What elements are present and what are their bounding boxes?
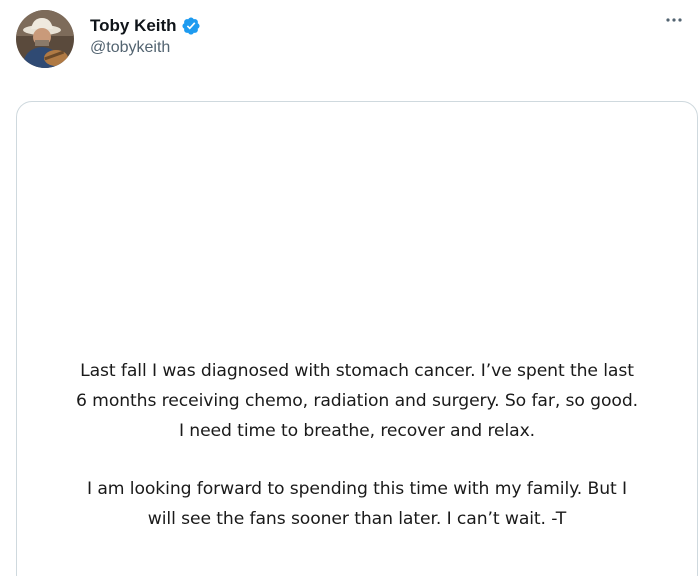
tweet-author: Toby Keith @tobykeith	[90, 14, 201, 57]
statement-line: I am looking forward to spending this ti…	[87, 479, 627, 499]
avatar[interactable]	[16, 10, 74, 68]
tweet: Toby Keith @tobykeith Last fall I was di…	[0, 0, 700, 576]
handle[interactable]: @tobykeith	[90, 39, 201, 57]
statement-line: will see the fans sooner than later. I c…	[147, 509, 567, 529]
more-options-icon[interactable]	[664, 10, 684, 30]
statement-paragraph: Last fall I was diagnosed with stomach c…	[17, 356, 697, 446]
statement-line: Last fall I was diagnosed with stomach c…	[80, 361, 634, 381]
name-row: Toby Keith	[90, 14, 201, 38]
statement-line: I need time to breathe, recover and rela…	[178, 421, 536, 441]
display-name[interactable]: Toby Keith	[90, 16, 177, 36]
statement-paragraph: I am looking forward to spending this ti…	[17, 474, 697, 534]
tweet-header: Toby Keith @tobykeith	[16, 10, 684, 68]
verified-badge-icon	[181, 16, 201, 36]
statement-line: 6 months receiving chemo, radiation and …	[75, 391, 638, 411]
avatar-photo	[16, 10, 74, 68]
tweet-media-image[interactable]: Last fall I was diagnosed with stomach c…	[16, 101, 698, 576]
